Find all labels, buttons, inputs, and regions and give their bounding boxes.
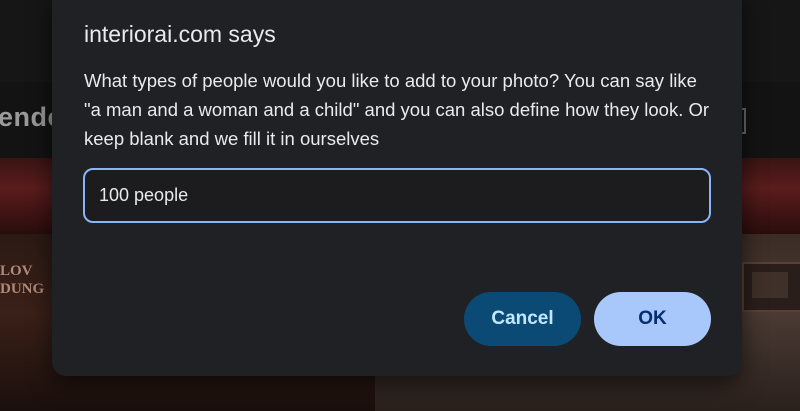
- background-neon-sign: LOV DUNG: [0, 262, 44, 298]
- background-sign-line-1: LOV: [0, 263, 33, 279]
- dialog-message: What types of people would you like to a…: [84, 70, 710, 149]
- prompt-input[interactable]: [83, 168, 711, 223]
- prompt-dialog: interiorai.com says What types of people…: [52, 0, 742, 376]
- dialog-title: interiorai.com says: [84, 21, 276, 47]
- background-picture-frame-inner: [752, 272, 788, 298]
- cancel-button[interactable]: Cancel: [464, 292, 581, 346]
- ok-button[interactable]: OK: [594, 292, 711, 346]
- background-sign-line-2: DUNG: [0, 281, 45, 297]
